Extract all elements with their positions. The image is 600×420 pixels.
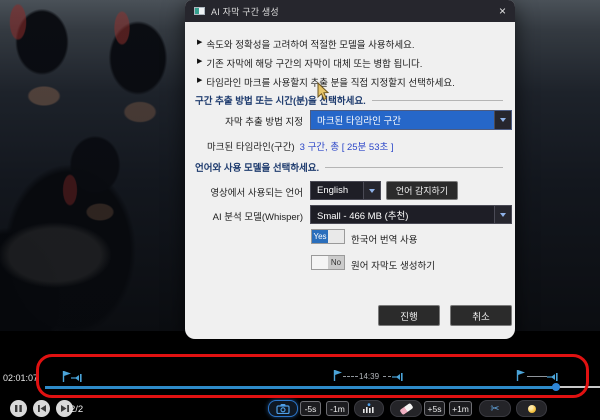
model-selected-value: Small - 466 MB (추천)	[311, 206, 494, 223]
mark-duration: 14:39	[359, 372, 379, 381]
dialog-app-icon	[194, 7, 205, 15]
marked-timeline-row: 마크된 타임라인(구간) 3 구간, 총 [ 25분 53초 ]	[207, 139, 394, 153]
bullet-arrow-icon: ▶	[197, 37, 202, 51]
original-subtitle-toggle[interactable]: No	[311, 255, 345, 270]
playlist-position: 2/2	[70, 404, 83, 415]
proceed-button[interactable]: 진행	[378, 305, 440, 326]
eraser-icon	[399, 402, 413, 414]
timeline-mark-flag-icon[interactable]	[333, 368, 343, 382]
language-selected-value: English	[311, 182, 363, 199]
seek-back-5s-button[interactable]: -5s	[300, 401, 321, 416]
translate-korean-toggle[interactable]: Yes	[311, 229, 345, 244]
mark-dash-line	[343, 376, 358, 377]
section-header-text: 언어와 사용 모델을 선택하세요.	[195, 160, 319, 174]
model-label: AI 분석 모델(Whisper)	[203, 209, 303, 223]
section-header-text: 구간 추출 방법 또는 시간(분)을 선택하세요.	[195, 93, 366, 107]
bullet-arrow-icon: ▶	[197, 56, 202, 70]
translate-korean-label: 한국어 번역 사용	[351, 232, 417, 246]
hint-line: ▶ 속도와 정확성을 고려하여 적절한 모델을 사용하세요.	[197, 37, 415, 51]
marked-timeline-label: 마크된 타임라인(구간)	[207, 139, 295, 153]
timeline-mark-end-icon[interactable]	[71, 373, 83, 383]
timeline-mark-end-icon[interactable]	[547, 372, 559, 382]
section-header-method: 구간 추출 방법 또는 시간(분)을 선택하세요.	[195, 93, 503, 107]
mouse-cursor-icon	[317, 82, 330, 101]
pause-icon	[14, 404, 23, 413]
hint-text: 타임라인 마크를 사용할지 추출 분을 직접 지정할지 선택하세요.	[206, 75, 454, 89]
divider	[372, 100, 503, 101]
seek-forward-1m-button[interactable]: +1m	[449, 401, 472, 416]
timeline-remaining[interactable]	[558, 386, 600, 388]
add-mark-button[interactable]	[354, 400, 384, 417]
current-time: 02:01:07	[3, 373, 38, 383]
section-header-language: 언어와 사용 모델을 선택하세요.	[195, 160, 503, 174]
hint-text: 기존 자막에 해당 구간의 자막이 대체 또는 병합 됩니다.	[206, 56, 422, 70]
hint-text: 속도와 정확성을 고려하여 적절한 모델을 사용하세요.	[206, 37, 414, 51]
language-label: 영상에서 사용되는 언어	[191, 185, 303, 199]
original-subtitle-label: 원어 자막도 생성하기	[351, 258, 435, 272]
skip-back-icon	[37, 404, 47, 413]
player-window: AI 자막 구간 생성 × ▶ 속도와 정확성을 고려하여 적절한 모델을 사용…	[0, 0, 600, 420]
language-select[interactable]: English	[310, 181, 381, 200]
timeline-marks-icon	[362, 403, 376, 414]
timeline-progress[interactable]	[45, 386, 558, 389]
method-label: 자막 추출 방법 지정	[213, 114, 303, 128]
mark-dash-line	[383, 376, 391, 377]
toggle-yes-side[interactable]: Yes	[312, 230, 328, 243]
previous-button[interactable]	[33, 400, 50, 417]
screenshot-button[interactable]	[268, 400, 298, 417]
mark-line	[527, 376, 547, 377]
annotation-red-box	[36, 354, 589, 398]
timeline-mark-flag-icon[interactable]	[516, 368, 526, 382]
timeline-thumb[interactable]	[552, 383, 560, 391]
seek-back-1m-button[interactable]: -1m	[326, 401, 349, 416]
lightbulb-icon	[528, 405, 536, 413]
pause-button[interactable]	[10, 400, 27, 417]
ai-subtitle-dialog: AI 자막 구간 생성 × ▶ 속도와 정확성을 고려하여 적절한 모델을 사용…	[185, 0, 515, 339]
scissors-icon: ✂	[490, 403, 499, 414]
bullet-arrow-icon: ▶	[197, 75, 202, 89]
marked-timeline-value: 3 구간, 총 [ 25분 53초 ]	[300, 139, 394, 153]
divider	[325, 167, 503, 168]
toggle-off-side[interactable]	[328, 230, 344, 243]
chevron-down-icon[interactable]	[494, 206, 511, 223]
dialog-titlebar[interactable]: AI 자막 구간 생성 ×	[185, 0, 515, 22]
close-icon[interactable]: ×	[499, 5, 506, 17]
model-select[interactable]: Small - 466 MB (추천)	[310, 205, 512, 224]
tip-button[interactable]	[516, 400, 547, 417]
dialog-title: AI 자막 구간 생성	[211, 5, 279, 18]
method-select[interactable]: 마크된 타임라인 구간	[310, 110, 512, 130]
hint-line: ▶ 기존 자막에 해당 구간의 자막이 대체 또는 병합 됩니다.	[197, 56, 422, 70]
chevron-down-icon[interactable]	[363, 182, 380, 199]
method-selected-value: 마크된 타임라인 구간	[311, 111, 494, 129]
skip-forward-icon	[60, 404, 70, 413]
camera-icon	[276, 403, 290, 414]
timeline-mark-end-icon[interactable]	[392, 372, 404, 382]
seek-forward-5s-button[interactable]: +5s	[424, 401, 445, 416]
erase-marks-button[interactable]	[390, 400, 422, 417]
cancel-button[interactable]: 취소	[450, 305, 512, 326]
detect-language-button[interactable]: 언어 감지하기	[386, 181, 458, 200]
toggle-off-side[interactable]	[312, 256, 328, 269]
cut-section-button[interactable]: ✂	[479, 400, 511, 417]
chevron-down-icon[interactable]	[494, 111, 511, 129]
toggle-no-side[interactable]: No	[328, 256, 344, 269]
